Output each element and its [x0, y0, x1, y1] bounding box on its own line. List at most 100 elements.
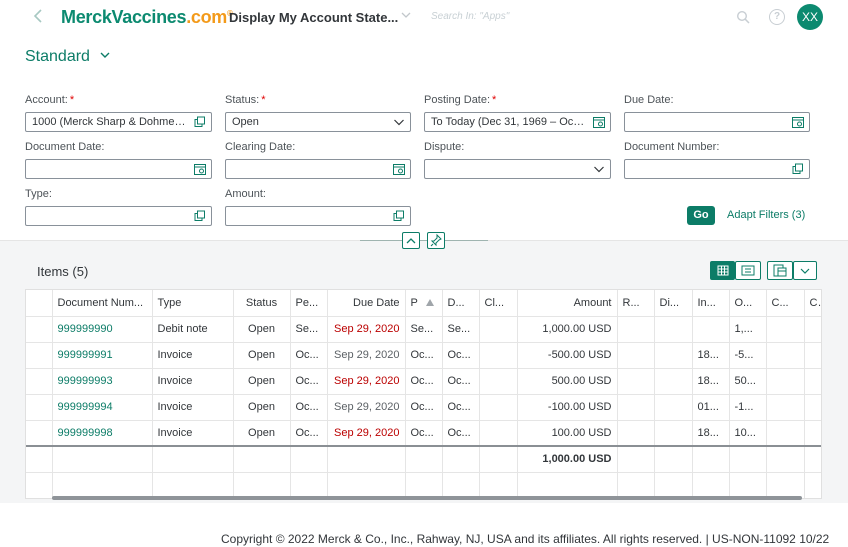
horizontal-scrollbar[interactable]	[52, 496, 802, 500]
search-input[interactable]: Search In: "Apps"	[431, 11, 509, 22]
calendar-icon[interactable]	[593, 116, 605, 128]
logo-suffix: .com	[186, 7, 228, 27]
go-button[interactable]: Go	[687, 206, 715, 225]
value-help-icon[interactable]	[194, 210, 206, 222]
status-select[interactable]: Open	[225, 112, 411, 132]
empty-cell	[517, 472, 618, 498]
status-cell: Open	[233, 342, 291, 369]
table-row[interactable]: 999999993 Invoice Open Oc... Sep 29, 2020 Oc.…	[26, 368, 821, 395]
amount-cell: 1,000.00 USD	[517, 316, 618, 343]
document-number-link[interactable]: 999999991	[52, 342, 153, 369]
in-cell: 18...	[692, 368, 730, 395]
document-date-field[interactable]	[25, 159, 212, 179]
avatar[interactable]: XX	[797, 4, 823, 30]
empty-cell	[479, 472, 518, 498]
total-amount: 1,000.00 USD	[517, 445, 618, 473]
row-selector-cell[interactable]	[26, 368, 53, 395]
table-row[interactable]: 999999998 Invoice Open Oc... Sep 29, 2020 Oc.…	[26, 420, 821, 447]
column-header-c1[interactable]: C...	[766, 290, 805, 317]
row-selector-cell[interactable]	[26, 420, 53, 447]
app-title-chevron-down-icon[interactable]	[401, 10, 411, 22]
row-selector-cell[interactable]	[26, 394, 53, 421]
row-selector-cell[interactable]	[26, 316, 53, 343]
search-icon[interactable]	[736, 10, 750, 24]
dispute-select[interactable]	[424, 159, 611, 179]
document-number-field[interactable]	[624, 159, 810, 179]
total-empty-cell	[479, 445, 518, 473]
table-row[interactable]: 999999990 Debit note Open Se... Sep 29, 2020…	[26, 316, 821, 343]
column-header-pe[interactable]: Pe...	[290, 290, 328, 317]
total-empty-cell	[804, 445, 821, 473]
posting-date-field[interactable]: To Today (Dec 31, 1969 – Oct 2022)	[424, 112, 611, 132]
empty-cell	[654, 472, 693, 498]
shell-bar: MerckVaccines.com® Display My Account St…	[0, 0, 848, 36]
export-button[interactable]	[767, 261, 793, 280]
empty-cell	[804, 472, 821, 498]
total-empty-cell	[766, 445, 805, 473]
variant-selector[interactable]: Standard	[25, 48, 110, 66]
calendar-icon[interactable]	[393, 163, 405, 175]
calendar-icon[interactable]	[792, 116, 804, 128]
pin-header-button[interactable]	[427, 232, 445, 249]
column-header-in[interactable]: In...	[692, 290, 730, 317]
table-row[interactable]: 999999991 Invoice Open Oc... Sep 29, 2020 Oc.…	[26, 342, 821, 369]
column-header-c2[interactable]: C...	[804, 290, 821, 317]
adapt-filters-button[interactable]: Adapt Filters (3)	[727, 209, 805, 221]
empty-cell	[405, 472, 443, 498]
c1-cell	[766, 394, 805, 421]
column-header-p[interactable]: P	[405, 290, 443, 317]
column-header-cl[interactable]: Cl...	[479, 290, 518, 317]
amount-field[interactable]	[225, 206, 411, 226]
due-date-cell: Sep 29, 2020	[327, 342, 406, 369]
value-help-icon[interactable]	[194, 116, 206, 128]
export-menu-button[interactable]	[793, 261, 817, 280]
column-header-type[interactable]: Type	[152, 290, 234, 317]
list-view-button[interactable]	[735, 261, 761, 280]
items-table: Document Num... Type Status Pe... Due Da…	[25, 289, 822, 499]
document-number-link[interactable]: 999999990	[52, 316, 153, 343]
due-date-field[interactable]	[624, 112, 810, 132]
document-number-link[interactable]: 999999993	[52, 368, 153, 395]
di-cell	[654, 368, 693, 395]
merck-vaccines-logo[interactable]: MerckVaccines.com®	[61, 7, 233, 28]
empty-cell	[692, 472, 730, 498]
chevron-down-icon[interactable]	[593, 163, 605, 175]
column-header-document-number[interactable]: Document Num...	[52, 290, 153, 317]
grid-view-button[interactable]	[710, 261, 735, 280]
due-date-cell: Sep 29, 2020	[327, 420, 406, 447]
value-help-icon[interactable]	[393, 210, 405, 222]
app-title[interactable]: Display My Account State...	[229, 10, 398, 25]
row-selector-cell[interactable]	[26, 342, 53, 369]
type-cell: Invoice	[152, 368, 234, 395]
column-header-status[interactable]: Status	[233, 290, 291, 317]
document-number-label: Document Number:	[624, 141, 720, 153]
chevron-down-icon[interactable]	[393, 116, 405, 128]
column-header-di[interactable]: Di...	[654, 290, 693, 317]
total-empty-cell	[654, 445, 693, 473]
document-number-link[interactable]: 999999994	[52, 394, 153, 421]
empty-cell	[729, 472, 767, 498]
chevron-left-icon[interactable]	[33, 8, 47, 26]
calendar-icon[interactable]	[194, 163, 206, 175]
account-field[interactable]: 1000 (Merck Sharp & Dohme Corp.)	[25, 112, 212, 132]
account-label: Account: *	[25, 94, 74, 106]
column-header-o[interactable]: O...	[729, 290, 767, 317]
document-number-link[interactable]: 999999998	[52, 420, 153, 447]
column-header-d[interactable]: D...	[442, 290, 480, 317]
di-cell	[654, 342, 693, 369]
account-label-text: Account:	[25, 94, 68, 106]
column-header-due-date[interactable]: Due Date	[327, 290, 406, 317]
table-row[interactable]: 999999994 Invoice Open Oc... Sep 29, 2020 Oc.…	[26, 394, 821, 421]
amount-cell: -100.00 USD	[517, 394, 618, 421]
value-help-icon[interactable]	[792, 163, 804, 175]
type-field[interactable]	[25, 206, 212, 226]
r-cell	[617, 368, 655, 395]
collapse-header-button[interactable]	[402, 232, 420, 249]
column-header-r[interactable]: R...	[617, 290, 655, 317]
selector-column-header	[26, 290, 53, 317]
c2-cell	[804, 316, 821, 343]
column-header-amount[interactable]: Amount	[517, 290, 618, 317]
help-icon[interactable]: ?	[769, 9, 785, 25]
list-view-icon	[741, 265, 755, 276]
clearing-date-field[interactable]	[225, 159, 411, 179]
